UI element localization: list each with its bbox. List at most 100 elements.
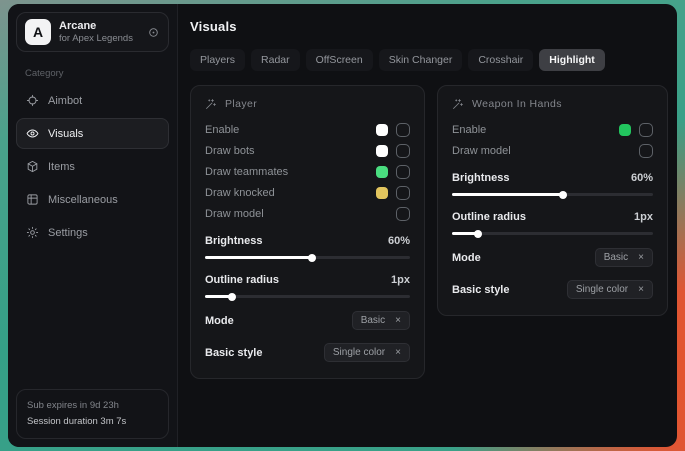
panel-weapon-in-hands: Weapon In Hands Enable Draw model Brightnes… [437, 85, 668, 316]
slider-group-brightness: Brightness 60% [205, 235, 410, 259]
app-name: Arcane [59, 20, 133, 32]
checkbox[interactable] [396, 144, 410, 158]
sidebar-item-miscellaneous[interactable]: Miscellaneous [16, 184, 169, 215]
slider-fill[interactable] [205, 256, 312, 259]
slider-group-brightness: Brightness60% [452, 172, 653, 196]
slider-labels: Brightness60% [452, 172, 653, 184]
panel-header: Weapon In Hands [452, 98, 653, 110]
sidebar-item-visuals[interactable]: Visuals [16, 118, 169, 149]
slider-fill[interactable] [452, 232, 478, 235]
selected-tag[interactable]: Basic× [595, 248, 653, 267]
slider-label: Outline radius [205, 274, 279, 286]
toggle-label: Draw model [452, 145, 511, 157]
toggle-controls [376, 123, 410, 137]
category-label: Category [25, 68, 169, 79]
tag-close-icon[interactable]: × [638, 253, 644, 263]
selected-tag[interactable]: Single color × [324, 343, 410, 362]
app-window: A Arcane for Apex Legends Category Aimbo… [8, 4, 677, 447]
tag-close-icon[interactable]: × [395, 348, 401, 358]
color-swatch[interactable] [376, 166, 388, 178]
sidebar-nav: Aimbot Visuals Items Miscellaneous Settings [16, 83, 169, 250]
color-swatch[interactable] [376, 145, 388, 157]
select-label: Mode [452, 252, 481, 264]
sidebar-item-label: Items [48, 161, 75, 173]
toggle-row-draw-teammates: Draw teammates [205, 161, 410, 182]
checkbox[interactable] [639, 144, 653, 158]
toggle-controls [376, 186, 410, 200]
select-row-basic-style: Basic style Single color× [452, 280, 653, 299]
tab-offscreen[interactable]: OffScreen [306, 49, 373, 71]
checkbox[interactable] [639, 123, 653, 137]
slider-value: 1px [634, 211, 653, 223]
toggle-controls [619, 123, 653, 137]
slider-value: 60% [631, 172, 653, 184]
tag-close-icon[interactable]: × [395, 316, 401, 326]
toggle-controls [376, 165, 410, 179]
checkbox[interactable] [396, 207, 410, 221]
color-swatch[interactable] [619, 124, 631, 136]
select-label: Basic style [452, 284, 509, 296]
slider-fill[interactable] [452, 193, 563, 196]
tab-players[interactable]: Players [190, 49, 245, 71]
app-logo: A [25, 19, 51, 45]
tab-bar: Players Radar OffScreen Skin ChangerCrossha… [190, 49, 668, 71]
selected-tag[interactable]: Single color× [567, 280, 653, 299]
page-title: Visuals [190, 19, 668, 34]
toggle-row-enable: Enable [452, 119, 653, 140]
session-duration-text: Session duration 3m 7s [27, 414, 158, 430]
wand-icon [205, 98, 217, 110]
box-icon [26, 160, 39, 173]
toggle-row-enable: Enable [205, 119, 410, 140]
select-row-mode: ModeBasic× [205, 311, 410, 330]
slider-fill[interactable] [205, 295, 232, 298]
sidebar-item-label: Visuals [48, 128, 83, 140]
app-subtitle: for Apex Legends [59, 33, 133, 44]
grid-icon [26, 193, 39, 206]
checkbox[interactable] [396, 123, 410, 137]
target-icon[interactable] [147, 26, 160, 39]
crosshair-icon [26, 94, 39, 107]
sidebar: A Arcane for Apex Legends Category Aimbo… [8, 4, 178, 447]
slider-labels: Brightness 60% [205, 235, 410, 247]
color-swatch[interactable] [376, 187, 388, 199]
select-label: Basic style [205, 347, 262, 359]
slider-group-outline-radius: Outline radius 1px [205, 274, 410, 298]
slider-label: Brightness [205, 235, 262, 247]
toggle-controls [376, 144, 410, 158]
color-swatch[interactable] [376, 124, 388, 136]
toggle-label: Draw teammates [205, 166, 288, 178]
sidebar-item-items[interactable]: Items [16, 151, 169, 182]
sidebar-item-settings[interactable]: Settings [16, 217, 169, 248]
toggle-row-draw-bots: Draw bots [205, 140, 410, 161]
slider-track[interactable] [205, 295, 410, 298]
tag-close-icon[interactable]: × [638, 285, 644, 295]
tab-crosshair[interactable]: Crosshair [468, 49, 533, 71]
tab-skin-changer[interactable]: Skin Changer [379, 49, 463, 71]
gear-icon [26, 226, 39, 239]
tag-label: Single color [333, 347, 385, 358]
toggle-row-draw-model: Draw model [205, 203, 410, 224]
slider-track[interactable] [452, 232, 653, 235]
sidebar-item-label: Settings [48, 227, 88, 239]
tab-highlight[interactable]: Highlight [539, 49, 605, 71]
subscription-card: Sub expires in 9d 23h Session duration 3… [16, 389, 169, 439]
toggle-row-draw-knocked: Draw knocked [205, 182, 410, 203]
slider-group-outline-radius: Outline radius1px [452, 211, 653, 235]
selected-tag[interactable]: Basic × [352, 311, 410, 330]
sidebar-item-aimbot[interactable]: Aimbot [16, 85, 169, 116]
checkbox[interactable] [396, 165, 410, 179]
slider-labels: Outline radius 1px [205, 274, 410, 286]
panel-title: Weapon In Hands [472, 98, 562, 110]
slider-labels: Outline radius1px [452, 211, 653, 223]
checkbox[interactable] [396, 186, 410, 200]
tag-label: Basic [361, 315, 385, 326]
slider-track[interactable] [205, 256, 410, 259]
user-card: A Arcane for Apex Legends [16, 12, 169, 52]
panel-header: Player [205, 98, 410, 110]
tab-radar[interactable]: Radar [251, 49, 300, 71]
slider-track[interactable] [452, 193, 653, 196]
slider-value: 60% [388, 235, 410, 247]
wand-icon [452, 98, 464, 110]
slider-value: 1px [391, 274, 410, 286]
select-row-mode: Mode Basic× [452, 248, 653, 267]
